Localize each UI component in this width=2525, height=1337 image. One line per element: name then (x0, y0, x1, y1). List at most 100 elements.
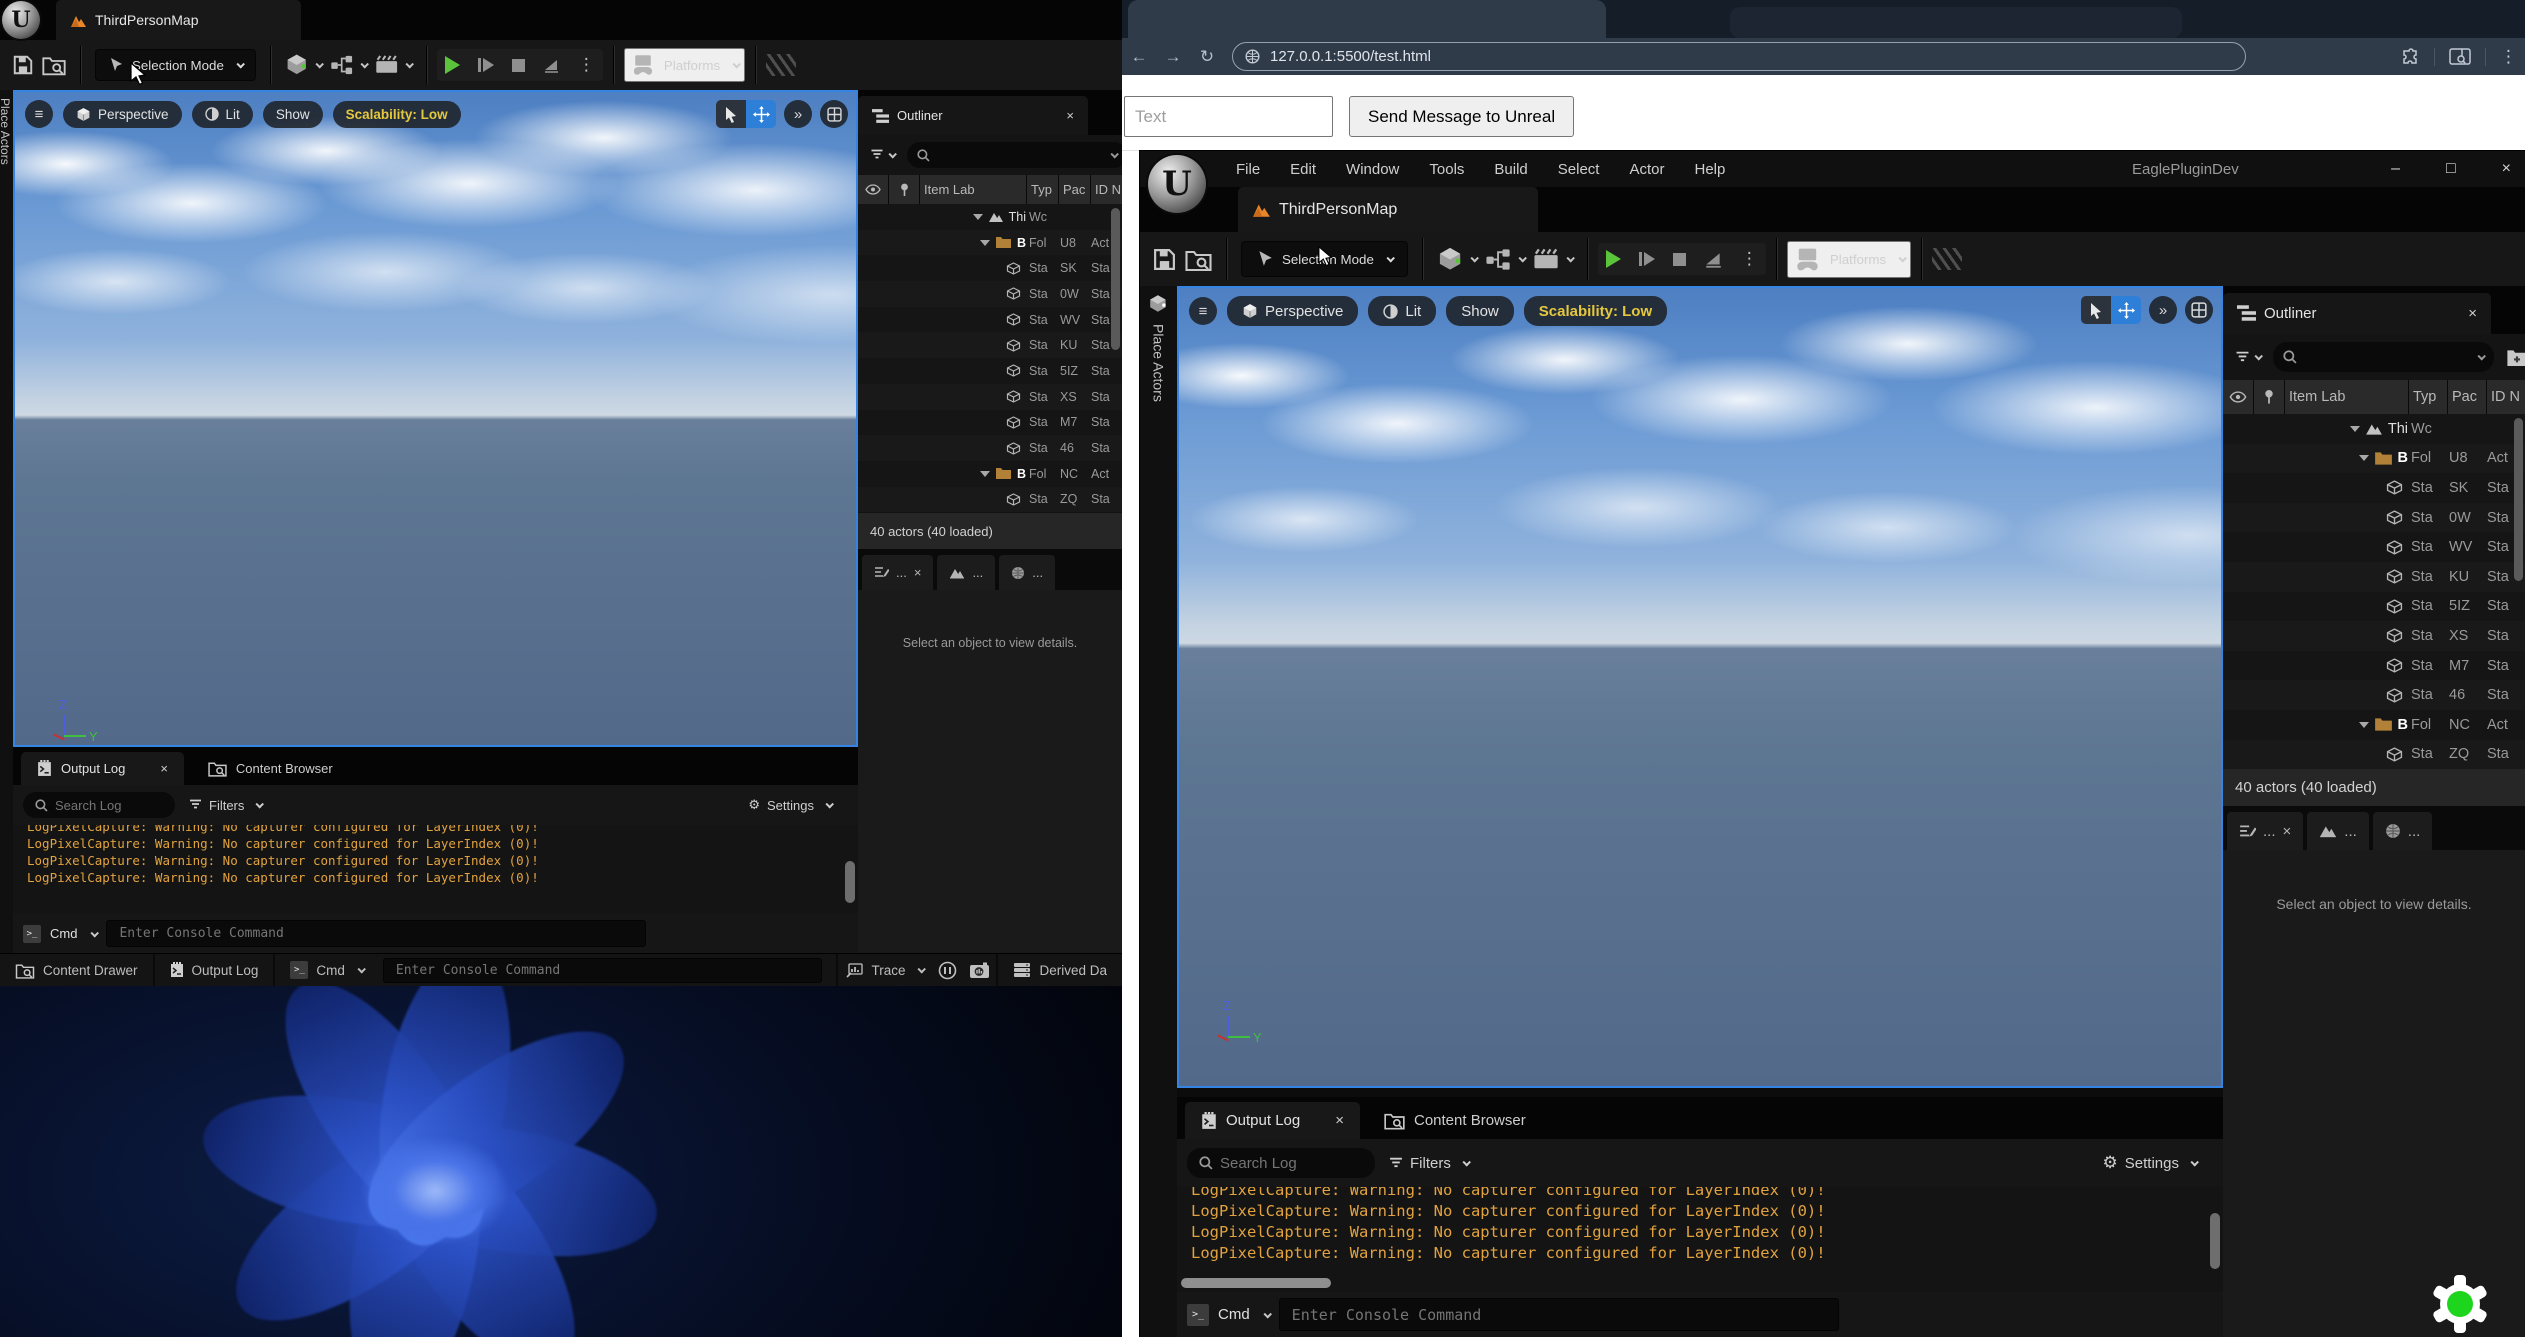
play-button[interactable] (1602, 246, 1625, 272)
level-tab[interactable]: ThirdPersonMap (1238, 187, 1538, 232)
log-filters-dropdown[interactable]: Filters (189, 798, 262, 813)
tab-world-settings[interactable]: ... (937, 555, 995, 590)
outliner-filter-dropdown[interactable] (866, 145, 899, 165)
package-column-header[interactable]: Pac (2448, 380, 2486, 414)
lit-dropdown[interactable]: Lit (1368, 296, 1436, 326)
trace-snapshot-button[interactable] (963, 954, 996, 986)
outliner-row-staticmesh[interactable]: Sta M7 Sta (2223, 651, 2525, 681)
content-browser-button[interactable] (1181, 243, 1216, 276)
level-tab[interactable]: ThirdPersonMap (56, 0, 301, 40)
toolbar-grip-handle[interactable] (766, 54, 796, 76)
tab-output-log[interactable]: Output Log × (1185, 1102, 1360, 1139)
close-tab-icon[interactable]: × (2468, 305, 2477, 322)
select-tool-button[interactable] (2081, 296, 2111, 324)
item-label-column-header[interactable]: Item Lab (2285, 380, 2408, 414)
save-button[interactable] (1148, 243, 1181, 276)
expander-icon[interactable] (973, 214, 983, 220)
platforms-dropdown[interactable]: Platforms (1787, 241, 1911, 278)
save-button[interactable] (8, 50, 38, 80)
close-tab-icon[interactable]: × (914, 565, 922, 580)
statusbar-console-input[interactable] (383, 958, 823, 983)
menu-window[interactable]: Window (1346, 161, 1399, 178)
outliner-row-staticmesh[interactable]: Sta SK Sta (858, 255, 1122, 281)
log-search-input[interactable] (1220, 1155, 1363, 1172)
minimize-button[interactable]: – (2391, 160, 2400, 178)
level-viewport[interactable]: ≡ Perspective Lit Show Scalability: Low (1177, 286, 2223, 1088)
tab-outliner[interactable]: Outliner × (2223, 293, 2491, 334)
place-actors-sidebar[interactable]: Place Actors (1140, 286, 1177, 1337)
tab-details[interactable]: ... × (862, 555, 933, 590)
trace-dropdown[interactable]: Trace (838, 954, 932, 986)
close-tab-icon[interactable]: × (1066, 108, 1074, 123)
perspective-dropdown[interactable]: Perspective (1227, 296, 1358, 326)
stop-button[interactable] (1669, 249, 1690, 270)
outliner-search-input[interactable] (2297, 350, 2473, 365)
outliner-row-staticmesh[interactable]: Sta XS Sta (858, 384, 1122, 410)
cinematics-button[interactable] (1529, 243, 1577, 276)
outliner-row-staticmesh[interactable]: Sta WV Sta (858, 307, 1122, 333)
maximize-button[interactable]: □ (2446, 160, 2456, 178)
blueprints-button[interactable] (326, 50, 371, 80)
outliner-row-staticmesh[interactable]: Sta 5IZ Sta (858, 358, 1122, 384)
outliner-row-staticmesh[interactable]: Sta M7 Sta (858, 410, 1122, 436)
visibility-column-header[interactable] (858, 175, 888, 204)
outliner-row-staticmesh[interactable]: Sta 5IZ Sta (2223, 592, 2525, 622)
content-browser-button[interactable] (38, 50, 70, 80)
log-settings-dropdown[interactable]: ⚙ Settings (2103, 1153, 2197, 1173)
type-column-header[interactable]: Typ (1027, 175, 1058, 204)
outliner-row-folder[interactable]: B Fol U8 Act (858, 230, 1122, 256)
show-dropdown[interactable]: Show (263, 101, 323, 128)
frame-skip-button[interactable] (1635, 248, 1659, 270)
browser-menu-kebab-icon[interactable]: ⋮ (2500, 47, 2517, 67)
viewport-menu-icon[interactable]: ≡ (1189, 297, 1217, 325)
viewport-layout-button[interactable] (820, 100, 848, 128)
launch-button[interactable] (1700, 247, 1727, 272)
log-search-input[interactable] (55, 798, 163, 813)
cmd-dropdown[interactable]: Cmd (50, 926, 77, 941)
select-tool-button[interactable] (716, 100, 746, 128)
outliner-row-staticmesh[interactable]: Sta KU Sta (2223, 562, 2525, 592)
menu-build[interactable]: Build (1494, 161, 1527, 178)
outliner-row-staticmesh[interactable]: Sta KU Sta (858, 332, 1122, 358)
outliner-row-staticmesh[interactable]: Sta ZQ Sta (2223, 740, 2525, 769)
move-tool-button[interactable] (746, 100, 776, 128)
viewport-layout-button[interactable] (2185, 296, 2213, 324)
statusbar-output-log-button[interactable]: Output Log (155, 954, 274, 986)
type-column-header[interactable]: Typ (2409, 380, 2447, 414)
extensions-icon[interactable] (2400, 47, 2420, 67)
log-horizontal-scrollbar[interactable] (1181, 1278, 1331, 1288)
outliner-scrollbar[interactable] (1111, 208, 1120, 350)
play-options-kebab-icon[interactable]: ⋮ (574, 51, 599, 79)
selection-mode-dropdown[interactable]: Selection Mode (95, 49, 256, 81)
message-text-input[interactable] (1124, 96, 1333, 137)
console-command-input[interactable] (106, 920, 646, 947)
viewport-menu-icon[interactable]: ≡ (25, 100, 53, 128)
expander-icon[interactable] (2359, 455, 2369, 461)
live-status-gear-icon[interactable] (2431, 1275, 2489, 1333)
outliner-row-staticmesh[interactable]: Sta ZQ Sta (858, 487, 1122, 513)
launch-button[interactable] (539, 54, 564, 77)
log-filters-dropdown[interactable]: Filters (1389, 1155, 1469, 1172)
tab-world-partition[interactable]: ... (2373, 812, 2433, 850)
outliner-row-folder[interactable]: B Fol U8 Act (2223, 444, 2525, 474)
side-search-icon[interactable] (2449, 48, 2471, 66)
package-column-header[interactable]: Pac (1059, 175, 1090, 204)
console-command-input[interactable] (1279, 1298, 1839, 1331)
play-button[interactable] (441, 52, 464, 78)
log-lines[interactable]: LogPixelCapture: Warning: No capturer co… (1177, 1187, 2223, 1292)
log-lines[interactable]: LogPixelCapture: Warning: No capturer co… (13, 825, 858, 914)
menu-select[interactable]: Select (1558, 161, 1600, 178)
outliner-row-world[interactable]: Thi Wc (858, 204, 1122, 230)
forward-icon[interactable]: → (1156, 47, 1190, 67)
menu-help[interactable]: Help (1695, 161, 1726, 178)
close-tab-icon[interactable]: × (1335, 1112, 1344, 1129)
tab-content-browser[interactable]: Content Browser (192, 752, 349, 785)
idname-column-header[interactable]: ID N (2487, 380, 2525, 414)
browser-active-tab[interactable] (1128, 0, 1606, 38)
tab-world-partition[interactable]: ... (999, 555, 1055, 590)
menu-file[interactable]: File (1236, 161, 1260, 178)
tab-world-settings[interactable]: ... (2307, 812, 2369, 850)
perspective-dropdown[interactable]: Perspective (63, 101, 182, 128)
back-icon[interactable]: ← (1122, 47, 1156, 67)
outliner-row-folder[interactable]: B Fol NC Act (2223, 710, 2525, 740)
